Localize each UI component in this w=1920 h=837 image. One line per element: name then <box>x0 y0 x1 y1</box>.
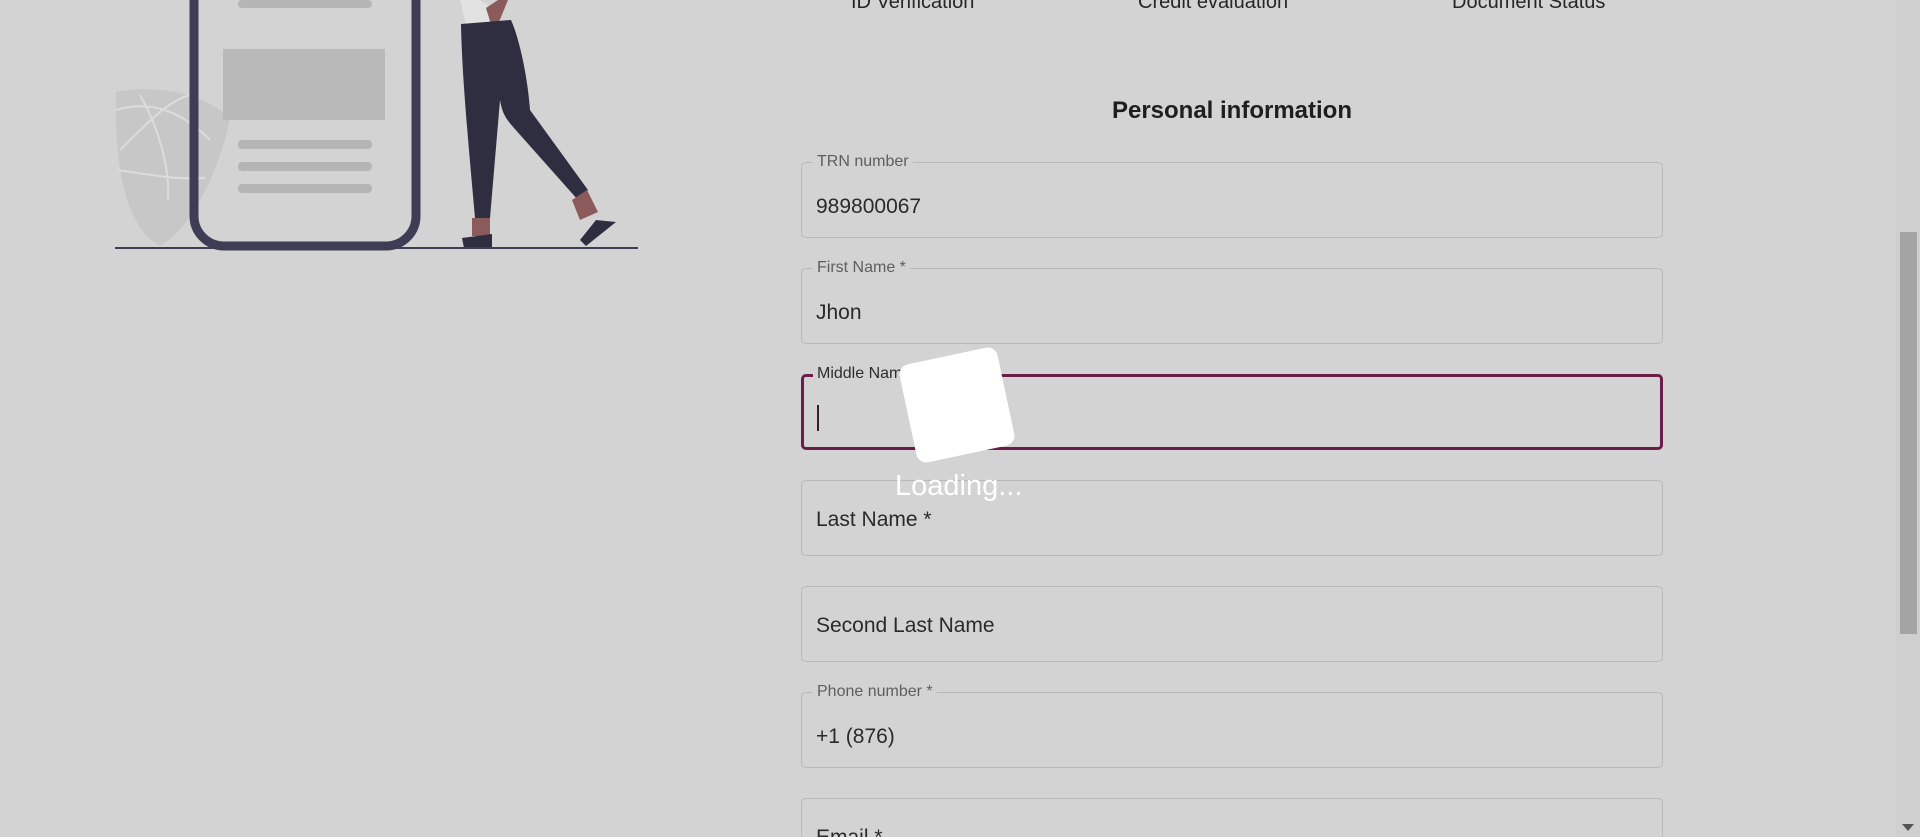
section-title: Personal information <box>1111 97 1353 124</box>
stepper: ID Verification Credit evaluation Docume… <box>800 0 1700 15</box>
step-credit-evaluation[interactable]: Credit evaluation <box>1138 0 1288 14</box>
trn-number-value[interactable]: 989800067 <box>816 195 921 219</box>
chevron-down-icon[interactable] <box>1902 824 1914 831</box>
phone-number-value[interactable]: +1 (876) <box>816 725 895 749</box>
person-figure <box>460 0 616 248</box>
page: ID Verification Credit evaluation Docume… <box>0 0 1920 837</box>
phone-number-label: Phone number * <box>813 683 937 701</box>
second-last-name-placeholder[interactable]: Second Last Name <box>816 614 995 638</box>
last-name-placeholder[interactable]: Last Name * <box>816 508 932 532</box>
first-name-value[interactable]: Jhon <box>816 301 862 325</box>
phone-person-illustration <box>115 0 638 251</box>
first-name-field[interactable]: First Name * Jhon <box>801 259 1663 344</box>
vertical-scrollbar[interactable] <box>1896 0 1920 837</box>
first-name-label: First Name * <box>813 259 910 277</box>
step-document-status[interactable]: Document Status <box>1452 0 1605 14</box>
email-placeholder[interactable]: Email * <box>816 826 883 837</box>
second-last-name-field[interactable]: Second Last Name <box>801 586 1663 662</box>
scrollbar-thumb[interactable] <box>1900 232 1917 634</box>
text-caret <box>817 405 819 431</box>
trn-number-field[interactable]: TRN number 989800067 <box>801 153 1663 238</box>
email-field[interactable]: Email * <box>801 798 1663 837</box>
trn-number-label: TRN number <box>813 153 913 171</box>
leaf-decoration <box>115 89 230 246</box>
step-id-verification[interactable]: ID Verification <box>851 0 974 14</box>
loading-spinner <box>897 345 1017 465</box>
phone-number-field[interactable]: Phone number * +1 (876) <box>801 683 1663 768</box>
loading-text: Loading... <box>895 470 1023 502</box>
